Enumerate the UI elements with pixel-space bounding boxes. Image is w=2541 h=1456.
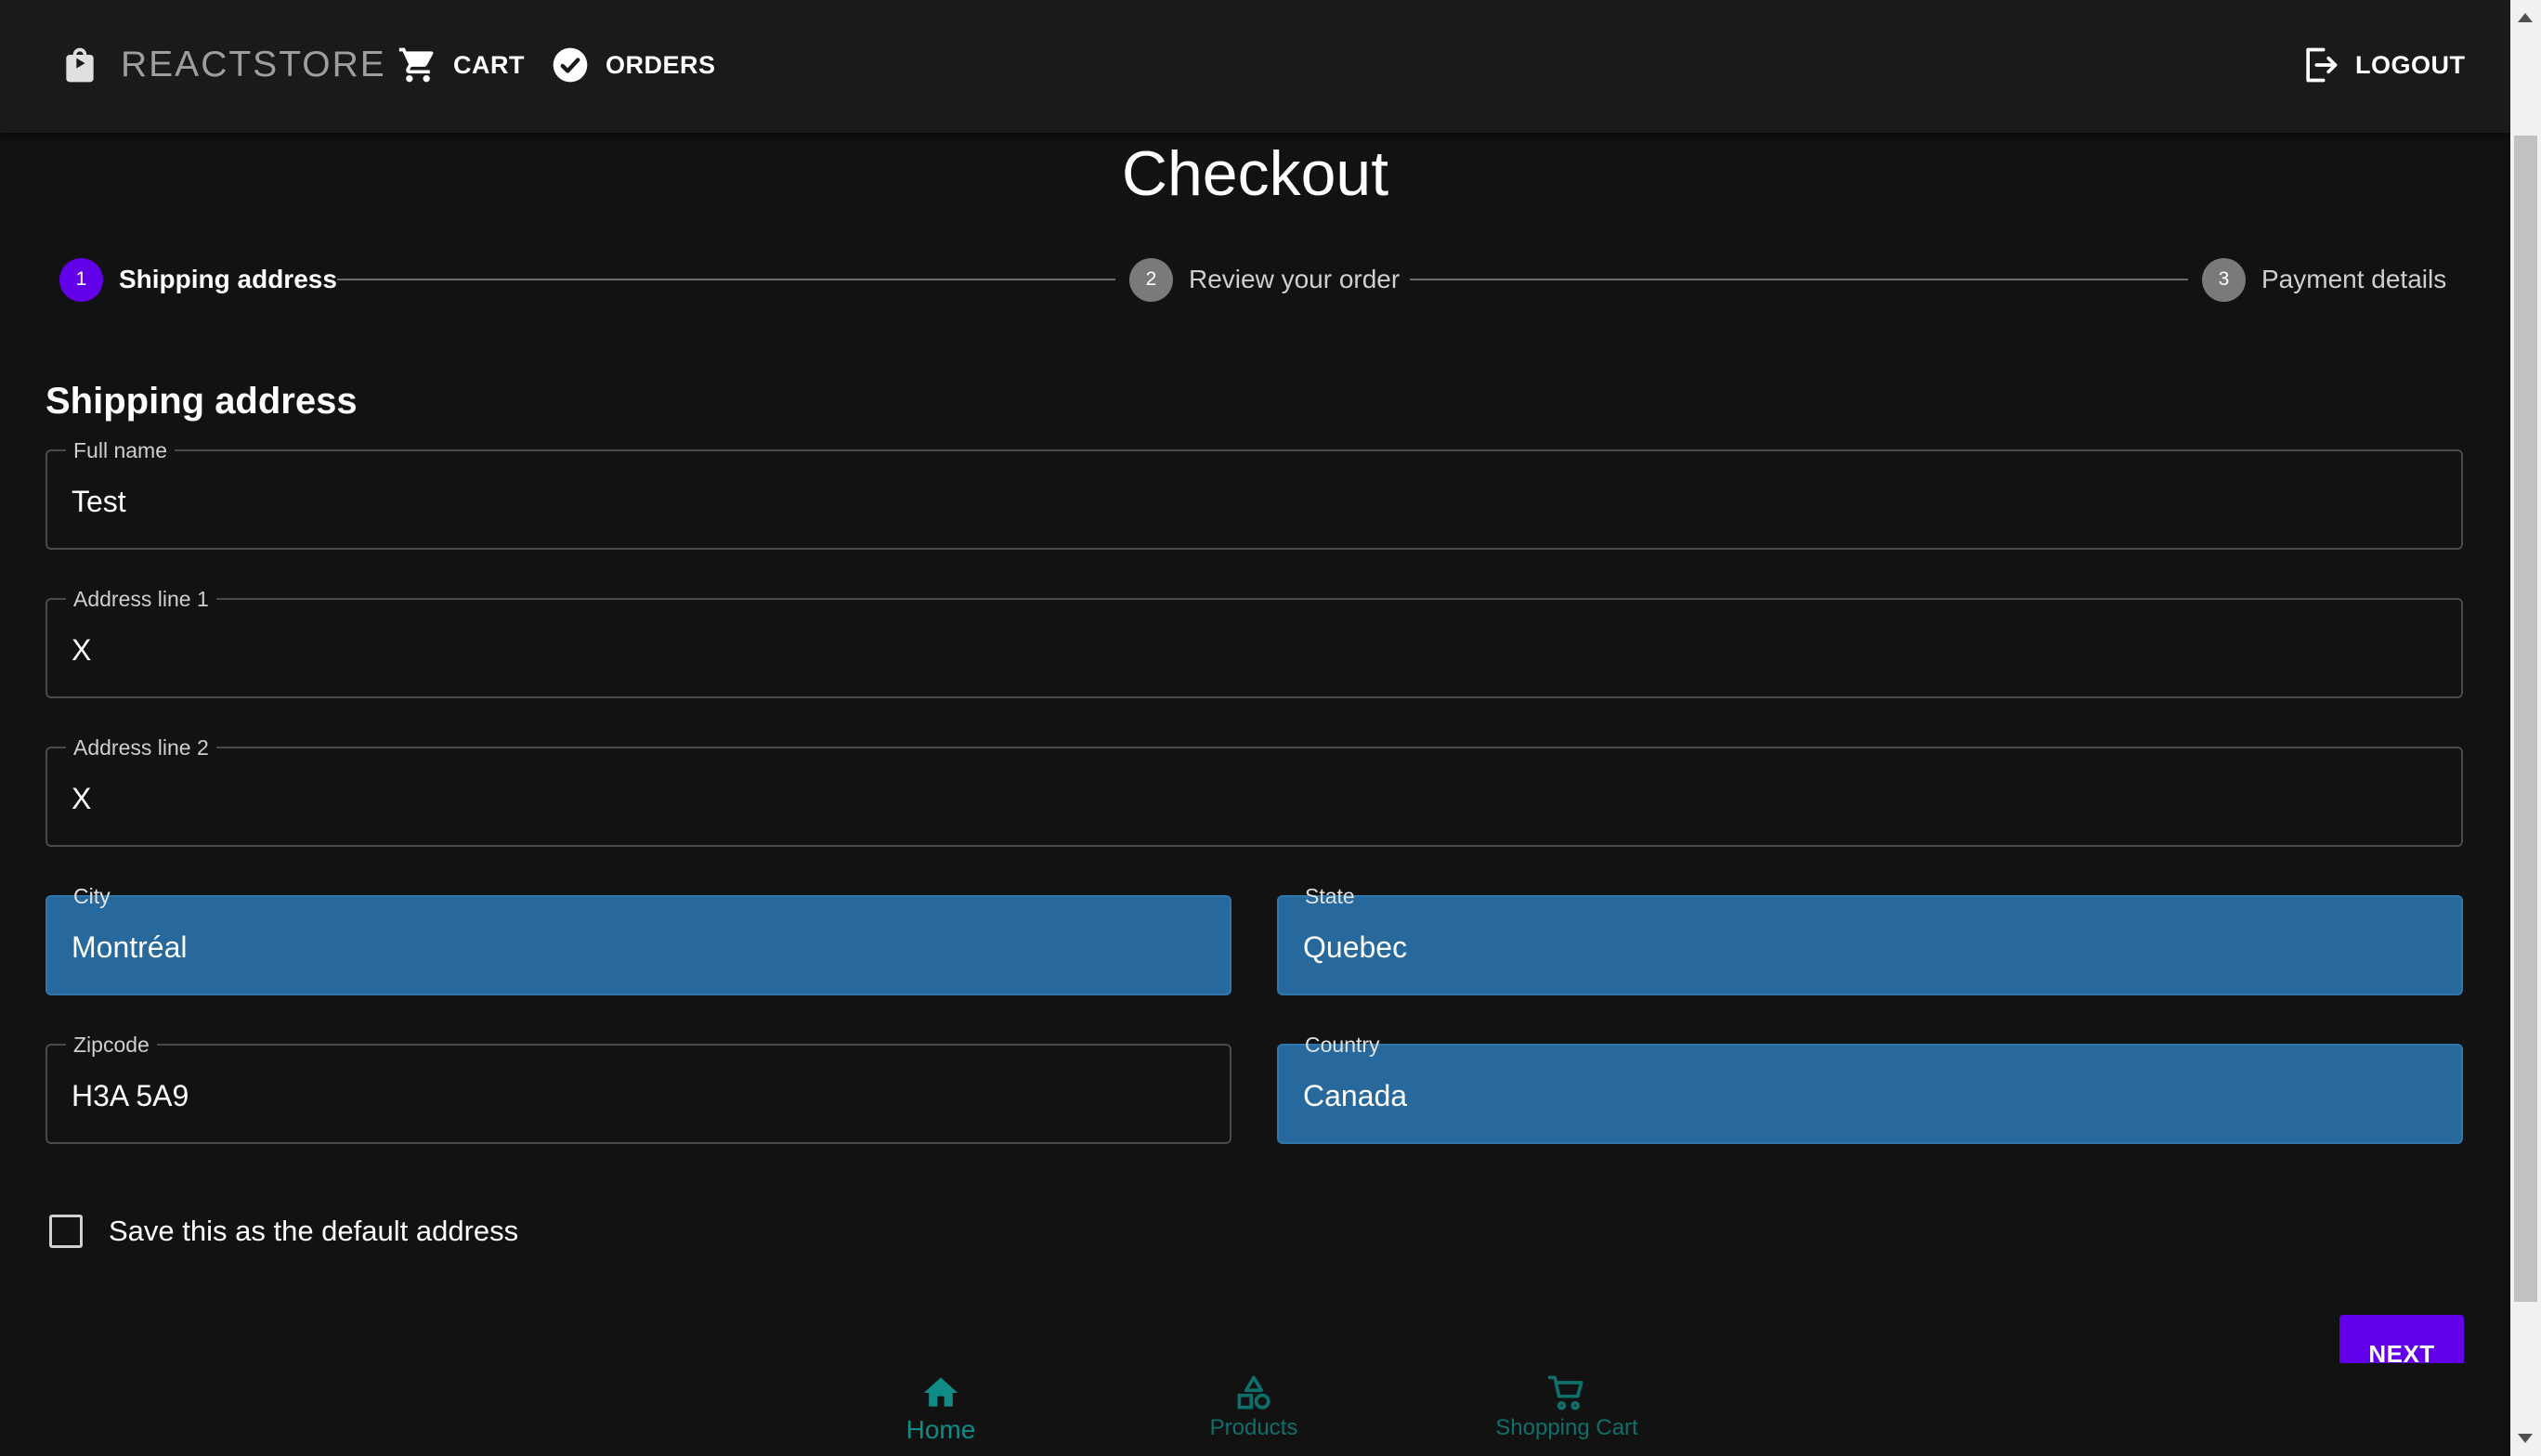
step-label: Review your order: [1189, 265, 1401, 293]
top-app-bar: REACTSTORE CART ORDERS LOGOUT: [0, 0, 2510, 133]
state-field[interactable]: State: [1277, 884, 2463, 995]
nav-cart-link[interactable]: CART: [397, 39, 525, 91]
country-field[interactable]: Country: [1277, 1033, 2463, 1144]
logout-label: LOGOUT: [2355, 50, 2466, 79]
step-number-badge: 3: [2202, 257, 2246, 302]
checkout-stepper: 1 Shipping address 2 Review your order 3…: [59, 256, 2448, 303]
address-line-1-label: Address line 1: [66, 586, 216, 612]
scroll-down-arrow-icon[interactable]: [2518, 1434, 2533, 1443]
bottom-nav-shopping-cart[interactable]: Shopping Cart: [1474, 1372, 1660, 1441]
shapes-icon: [1237, 1375, 1270, 1410]
page-title: Checkout: [1121, 138, 1389, 209]
address-line-1-field[interactable]: Address line 1: [46, 586, 2463, 698]
full-name-input[interactable]: [72, 485, 2437, 519]
zipcode-label: Zipcode: [66, 1032, 157, 1058]
section-title: Shipping address: [46, 381, 358, 422]
bottom-navigation: Home Products Shopping Cart: [0, 1363, 2510, 1456]
brand[interactable]: REACTSTORE: [59, 39, 386, 91]
address-line-2-input[interactable]: [72, 782, 2437, 816]
step-connector: [337, 279, 1115, 280]
full-name-field[interactable]: Full name: [46, 437, 2463, 550]
bottom-nav-home-label: Home: [906, 1415, 976, 1444]
default-address-label: Save this as the default address: [109, 1215, 519, 1247]
city-input[interactable]: [72, 930, 1205, 965]
state-input[interactable]: [1303, 930, 2437, 965]
bottom-nav-shopping-cart-label: Shopping Cart: [1495, 1415, 1638, 1440]
city-field[interactable]: City: [46, 884, 1231, 995]
step-number-badge: 2: [1129, 257, 1173, 302]
page: REACTSTORE CART ORDERS LOGOUT Checkout 1…: [0, 0, 2510, 1456]
logout-icon: [2306, 47, 2338, 83]
step-payment-details: 3 Payment details: [2202, 256, 2446, 303]
bottom-nav-home[interactable]: Home: [848, 1372, 1034, 1445]
step-shipping-address: 1 Shipping address: [59, 256, 337, 303]
scroll-up-arrow-icon[interactable]: [2518, 13, 2533, 22]
address-line-1-input[interactable]: [72, 633, 2437, 668]
scrollbar-thumb[interactable]: [2514, 136, 2537, 1302]
zipcode-input[interactable]: [72, 1079, 1205, 1113]
step-number-badge: 1: [59, 257, 103, 302]
step-review-order: 2 Review your order: [1129, 256, 1400, 303]
city-label: City: [73, 884, 111, 908]
shopping-bag-icon: [66, 47, 94, 83]
step-connector: [1410, 279, 2188, 280]
home-icon: [923, 1377, 958, 1407]
step-label: Shipping address: [119, 265, 337, 293]
country-label: Country: [1305, 1033, 1380, 1057]
logout-button[interactable]: LOGOUT: [2300, 39, 2466, 91]
nav-orders-label: ORDERS: [606, 50, 716, 79]
cart-icon: [398, 47, 434, 83]
address-line-2-label: Address line 2: [66, 734, 216, 760]
default-address-checkbox[interactable]: [49, 1215, 83, 1248]
address-line-2-field[interactable]: Address line 2: [46, 734, 2463, 847]
default-address-checkbox-row[interactable]: Save this as the default address: [46, 1211, 518, 1252]
full-name-label: Full name: [66, 437, 175, 463]
step-label: Payment details: [2261, 265, 2447, 293]
bottom-nav-products-label: Products: [1209, 1415, 1298, 1440]
country-input[interactable]: [1303, 1079, 2437, 1113]
nav-cart-label: CART: [453, 50, 525, 79]
bottom-nav-products[interactable]: Products: [1161, 1372, 1347, 1441]
check-circle-icon: [553, 47, 588, 83]
state-label: State: [1305, 884, 1355, 908]
zipcode-field[interactable]: Zipcode: [46, 1032, 1231, 1144]
cart-outline-icon: [1547, 1375, 1583, 1410]
nav-orders-link[interactable]: ORDERS: [550, 39, 716, 91]
brand-name: REACTSTORE: [121, 45, 386, 84]
